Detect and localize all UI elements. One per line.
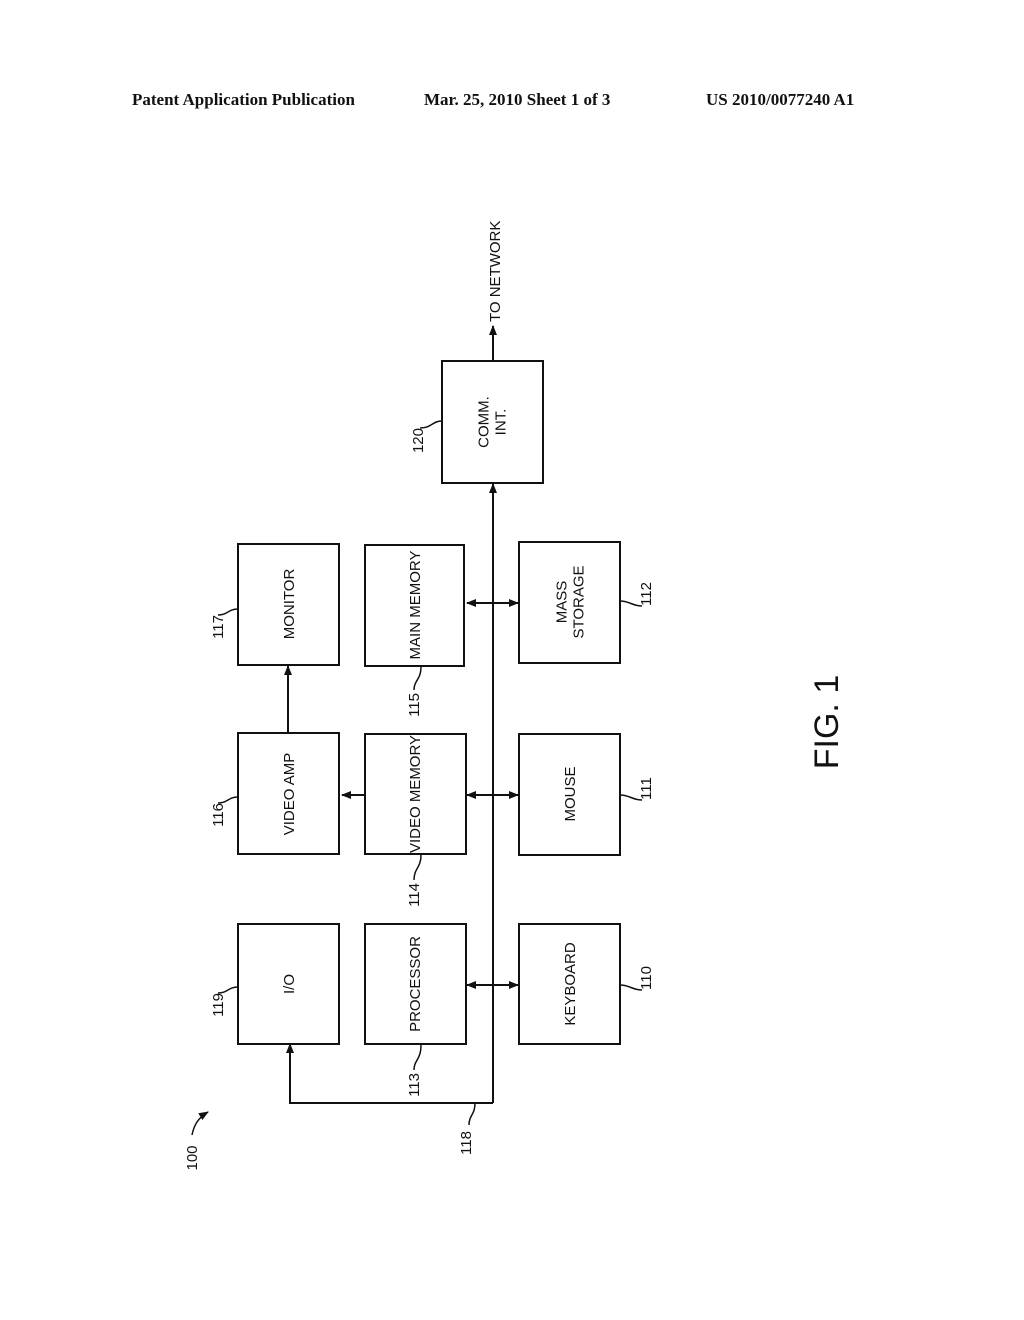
ref-115: 115	[406, 693, 423, 717]
leader-113	[413, 1044, 422, 1071]
leader-115	[413, 666, 422, 691]
processor-label-line: PROCESSOR	[407, 936, 424, 1032]
bus-ref-118: 118	[458, 1131, 475, 1155]
mass-storage-label-line: STORAGE	[571, 565, 588, 638]
ref-117: 117	[210, 615, 227, 639]
monitor-label-line: MONITOR	[281, 569, 298, 640]
ref-112: 112	[638, 582, 655, 606]
figure-label: FIG. 1	[808, 675, 846, 769]
ref-116: 116	[210, 803, 227, 827]
ref-113: 113	[406, 1073, 423, 1097]
leader-114	[413, 854, 422, 881]
comm-int-label-line: COMM.	[476, 396, 493, 448]
system-ref-100: 100	[184, 1145, 201, 1170]
bus-to-io-connector	[286, 1043, 493, 1104]
block-diagram: I/O 119 PROCESSOR 113 KEYBOARD 110 VIDEO AMP 11…	[184, 221, 846, 1171]
network-label: TO NETWORK	[487, 221, 504, 322]
comm-int-label-line: INT.	[493, 409, 510, 436]
leader-120	[419, 420, 443, 429]
leader-100	[191, 1111, 209, 1136]
ref-110: 110	[638, 966, 655, 990]
video-amp-label-line: VIDEO AMP	[281, 753, 298, 836]
mass-storage-label-line: MASS	[554, 581, 571, 624]
ref-119: 119	[210, 993, 227, 1017]
keyboard-label-line: KEYBOARD	[562, 942, 579, 1026]
ref-120: 120	[410, 428, 427, 453]
ref-111: 111	[638, 777, 655, 800]
leader-117	[217, 608, 239, 616]
leader-116	[217, 796, 239, 804]
leader-118	[468, 1102, 476, 1126]
io-label-line: I/O	[281, 974, 298, 994]
mouse-label-line: MOUSE	[562, 766, 579, 821]
ref-114: 114	[406, 883, 423, 907]
leader-119	[217, 986, 239, 994]
video-memory-label-line: VIDEO MEMORY	[407, 735, 424, 853]
main-memory-label-line: MAIN MEMORY	[407, 551, 424, 660]
